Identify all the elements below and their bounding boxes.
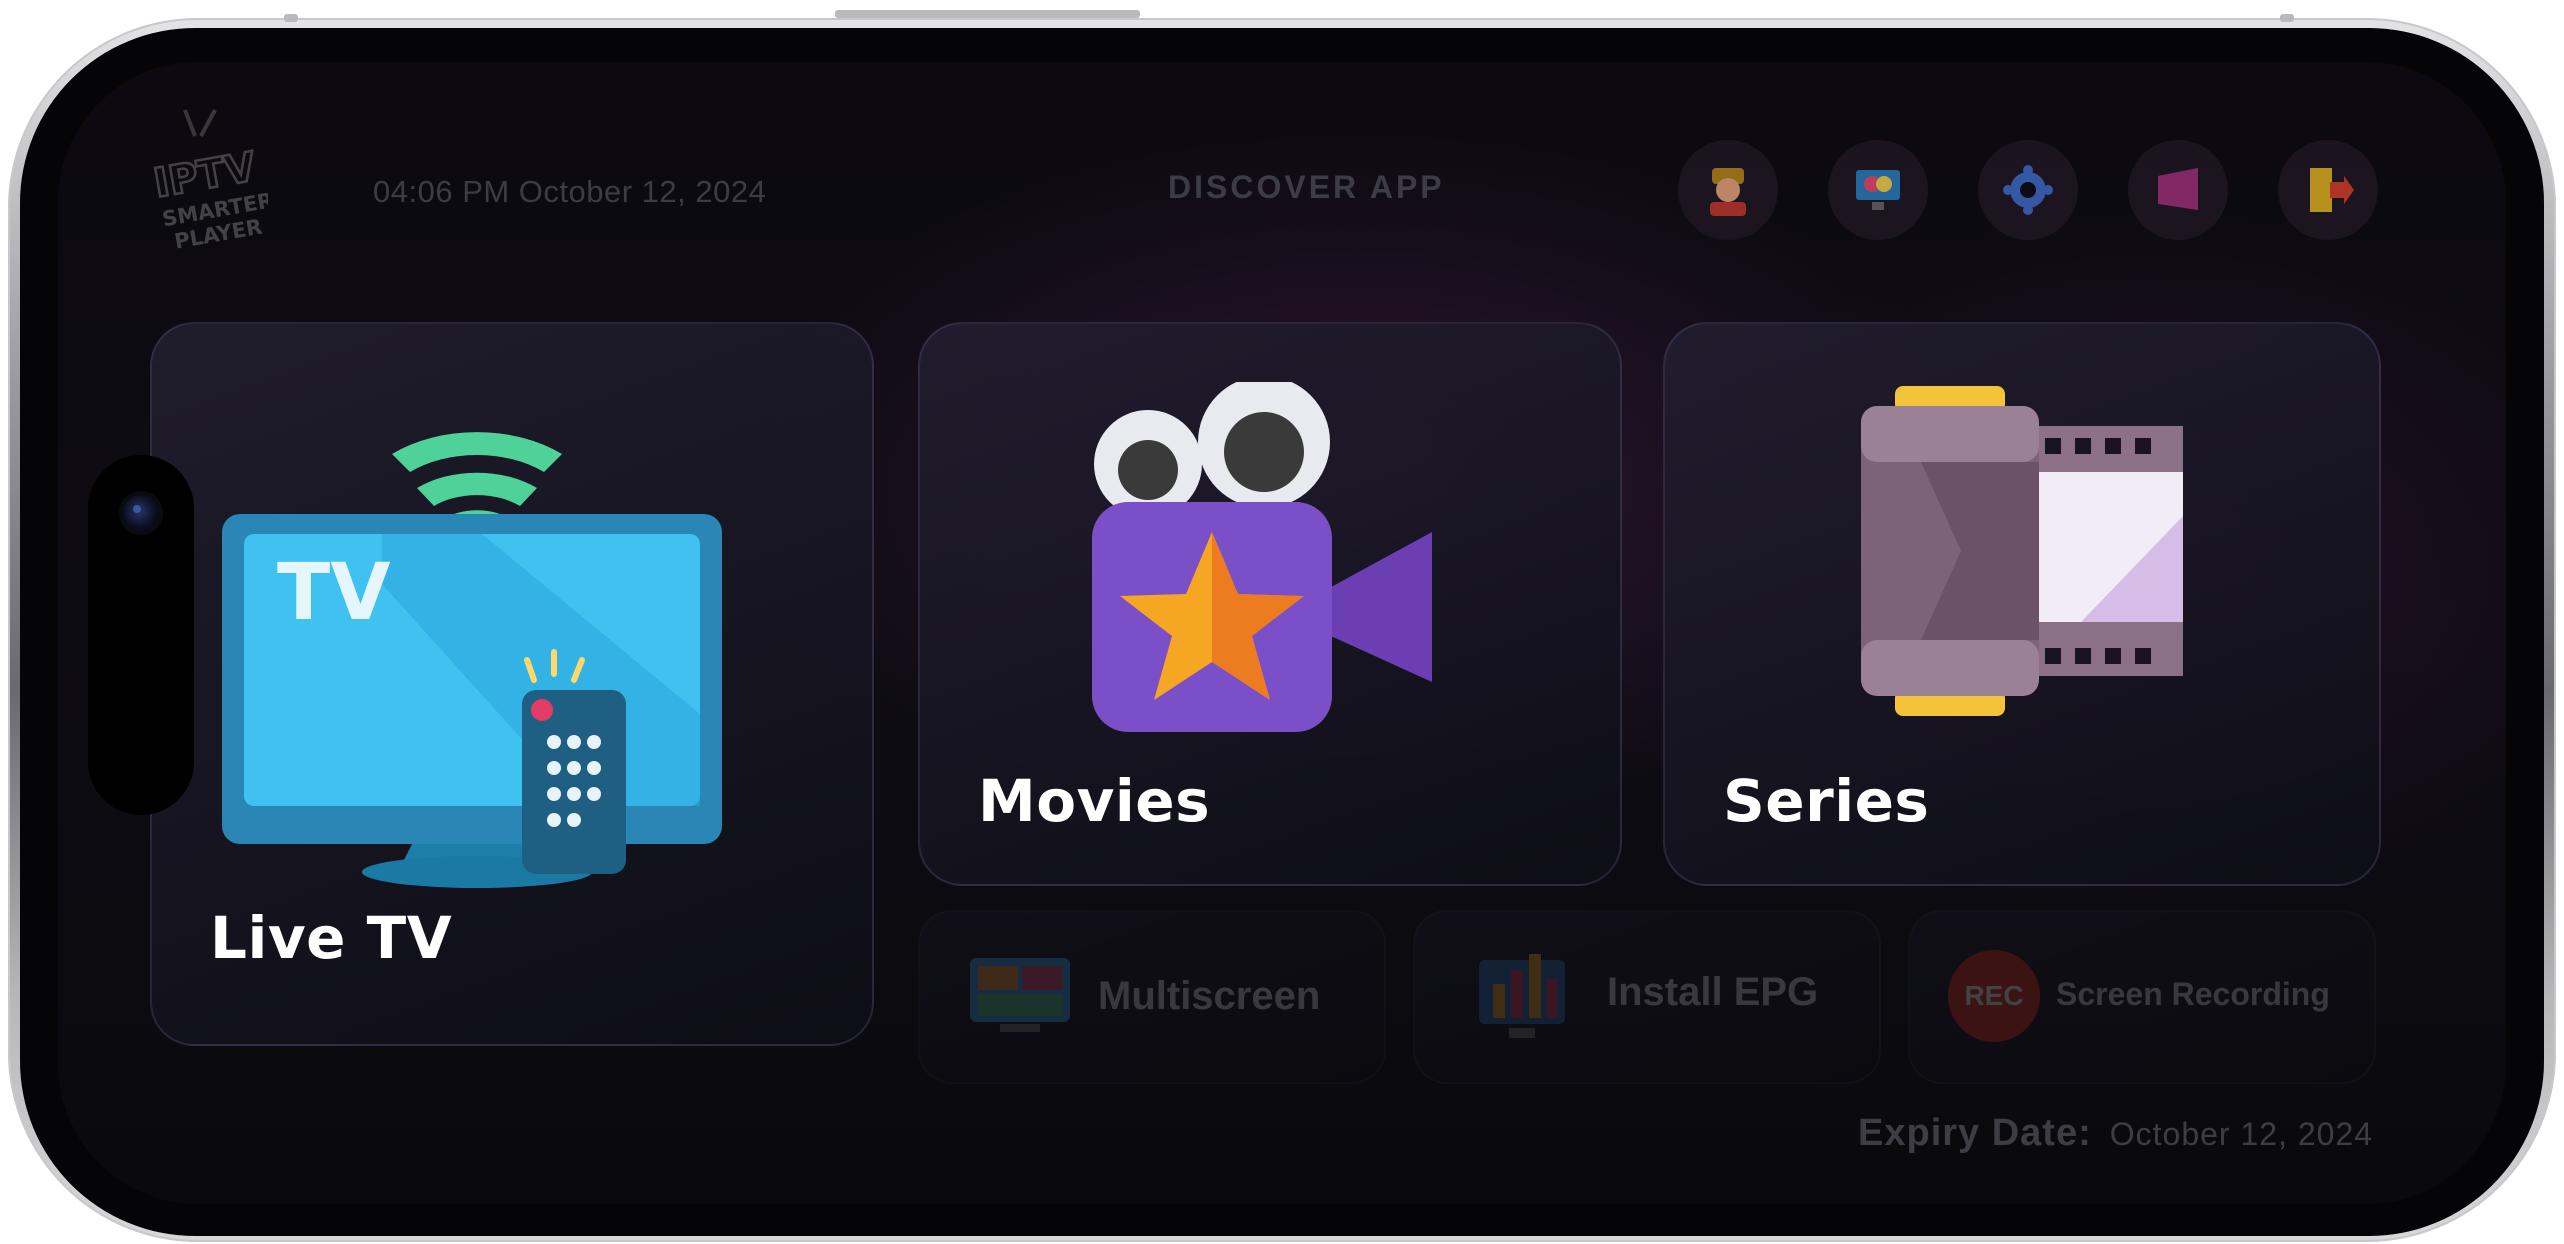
phone-side-button: [835, 10, 1140, 18]
rec-icon: REC: [1948, 950, 2040, 1042]
tv-screen-text: TV: [277, 548, 391, 638]
screen-recording-card[interactable]: REC Screen Recording: [1908, 910, 2376, 1084]
profile-icon-button[interactable]: [1678, 140, 1778, 240]
install-epg-card[interactable]: Install EPG: [1413, 910, 1881, 1084]
profile-icon: [1710, 168, 1746, 216]
epg-chart-icon: [1479, 954, 1565, 1038]
series-label: Series: [1723, 767, 1930, 835]
expiry-date: Expiry Date: October 12, 2024: [1858, 1112, 2373, 1155]
discover-app-button[interactable]: DISCOVER APP: [1168, 169, 1445, 206]
front-camera-icon: [123, 495, 159, 531]
multiscreen-label: Multiscreen: [1098, 974, 1321, 1018]
app-screen: IPTV SMARTER PLAYER 04:06 PM October 12,…: [58, 62, 2506, 1204]
datetime-label: 04:06 PM October 12, 2024: [373, 174, 767, 209]
playlist-icon: [2158, 168, 2198, 210]
multiscreen-icon: [970, 958, 1070, 1032]
movies-card[interactable]: Movies: [918, 322, 1622, 886]
playlist-icon-button[interactable]: [2128, 140, 2228, 240]
theme-icon-button[interactable]: [1828, 140, 1928, 240]
live-tv-icon: TV: [222, 432, 722, 888]
iptv-logo: IPTV SMARTER PLAYER: [153, 109, 268, 254]
expiry-label: Expiry Date:: [1858, 1112, 2092, 1154]
logout-icon-button[interactable]: [2278, 140, 2378, 240]
phone-side-button: [2280, 14, 2294, 22]
settings-icon-button[interactable]: [1978, 140, 2078, 240]
movies-icon: [1092, 382, 1432, 732]
theme-icon: [1856, 170, 1900, 210]
live-tv-card[interactable]: TV Live TV: [150, 322, 874, 1046]
series-icon: [1861, 386, 2183, 716]
rec-badge-text: REC: [1964, 980, 2024, 1011]
settings-icon: [2003, 165, 2053, 215]
logout-icon: [2310, 168, 2354, 212]
install-epg-label: Install EPG: [1607, 970, 1819, 1014]
phone-side-button: [284, 14, 298, 22]
live-tv-label: Live TV: [210, 904, 453, 972]
movies-label: Movies: [978, 767, 1211, 835]
dynamic-island: [88, 455, 194, 815]
screen-recording-label: Screen Recording: [2056, 976, 2330, 1012]
series-card[interactable]: Series: [1663, 322, 2381, 886]
multiscreen-card[interactable]: Multiscreen: [918, 910, 1386, 1084]
expiry-value: October 12, 2024: [2109, 1116, 2374, 1152]
